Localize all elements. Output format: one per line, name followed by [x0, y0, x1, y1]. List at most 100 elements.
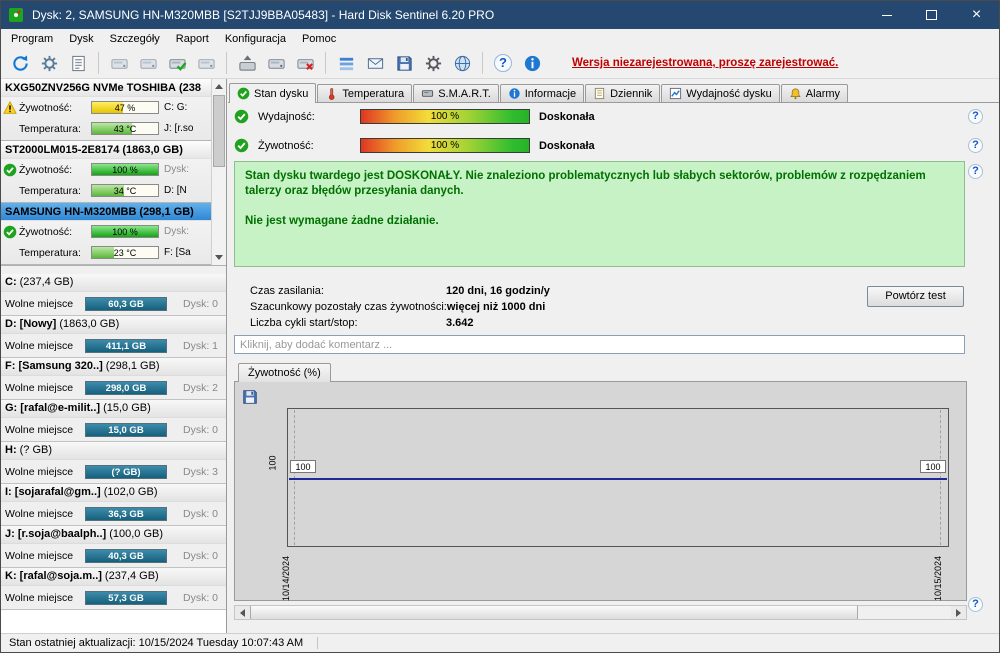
- info-icon[interactable]: [519, 50, 545, 76]
- tab-label: Wydajność dysku: [686, 87, 772, 100]
- tab-label: Alarmy: [805, 87, 841, 100]
- disk-volumes-text: F: [Sa: [164, 247, 191, 258]
- save-report-icon[interactable]: [391, 50, 417, 76]
- disk-entry-2-selected[interactable]: SAMSUNG HN-M320MBB (298,1 GB) Żywotność: …: [1, 203, 211, 265]
- web-icon[interactable]: [449, 50, 475, 76]
- lifetime-remaining-value: więcej niż 1000 dni: [446, 301, 546, 313]
- menu-konfiguracja[interactable]: Konfiguracja: [217, 29, 294, 48]
- partition-disk-number: Dysk: 0: [182, 591, 218, 604]
- chart-point-label-right: 100: [920, 460, 946, 473]
- tab-alarmy[interactable]: Alarmy: [780, 84, 849, 102]
- scroll-down-icon[interactable]: [212, 250, 226, 265]
- free-space-label: Wolne miejsce: [5, 507, 74, 520]
- summary-text: Stan dysku twardego jest DOSKONAŁY. Nie …: [245, 170, 926, 197]
- partition-row[interactable]: G: [rafal@e-milit..] (15,0 GB) Wolne miej…: [1, 400, 226, 442]
- partition-name: F: [Samsung 320..]: [5, 360, 103, 372]
- partition-row[interactable]: F: [Samsung 320..] (298,1 GB) Wolne miejs…: [1, 358, 226, 400]
- disk-small-icon[interactable]: [193, 50, 219, 76]
- scroll-left-icon[interactable]: [235, 606, 250, 619]
- window-title: Dysk: 2, SAMSUNG HN-M320MBB [S2TJJ9BBA05…: [32, 8, 495, 22]
- content-panel: Stan dysku Temperatura S.M.A.R.T. Inform…: [227, 79, 999, 633]
- tab-stan-dysku[interactable]: Stan dysku: [229, 83, 317, 103]
- partition-disk-number: Dysk: 1: [182, 339, 218, 352]
- tab-smart[interactable]: S.M.A.R.T.: [413, 84, 499, 102]
- disk-entry-1[interactable]: ST2000LM015-2E8174 (1863,0 GB) Żywotność:…: [1, 141, 211, 203]
- disk-list-scrollbar[interactable]: [211, 79, 226, 265]
- scroll-up-icon[interactable]: [212, 79, 226, 94]
- performance-row: Wydajność: 100 % Doskonała: [234, 108, 595, 125]
- partition-row[interactable]: K: [rafal@soja.m..] (237,4 GB) Wolne miej…: [1, 568, 226, 610]
- scroll-right-icon[interactable]: [951, 606, 966, 619]
- surface-disk-icon[interactable]: [263, 50, 289, 76]
- free-space-label: Wolne miejsce: [5, 339, 74, 352]
- tab-dziennik[interactable]: Dziennik: [585, 84, 661, 102]
- scrollbar-thumb[interactable]: [213, 95, 225, 167]
- disk-capacity: (1863,0 GB): [122, 144, 183, 156]
- disk-prev-icon[interactable]: [106, 50, 132, 76]
- partition-row[interactable]: D: [Nowy] (1863,0 GB) Wolne miejsce 411,1 …: [1, 316, 226, 358]
- comment-input[interactable]: [234, 335, 965, 354]
- ok-check-icon: [234, 109, 249, 124]
- scrollbar-track[interactable]: [858, 606, 951, 619]
- scrollbar-thumb[interactable]: [250, 606, 858, 619]
- email-report-icon[interactable]: [362, 50, 388, 76]
- temp-label: Temperatura:: [19, 184, 81, 197]
- performance-bar: 100 %: [360, 109, 530, 124]
- register-link[interactable]: Wersja niezarejestrowana, proszę zarejes…: [572, 57, 838, 69]
- report-icon[interactable]: [65, 50, 91, 76]
- minimize-button[interactable]: [864, 1, 909, 29]
- toolbar: Wersja niezarejestrowana, proszę zarejes…: [1, 48, 999, 79]
- remove-disk-icon[interactable]: [292, 50, 318, 76]
- partition-disk-number: Dysk: 3: [182, 465, 218, 478]
- free-space-bar: 298,0 GB: [85, 380, 167, 395]
- menu-raport[interactable]: Raport: [168, 29, 217, 48]
- disk-next-icon[interactable]: [135, 50, 161, 76]
- help-icon[interactable]: [968, 109, 983, 124]
- chart-x-label-start: 10/14/2024: [281, 555, 291, 601]
- help-icon[interactable]: [490, 50, 516, 76]
- eject-disk-icon[interactable]: [234, 50, 260, 76]
- menu-szczegoly[interactable]: Szczegóły: [102, 29, 168, 48]
- alarm-bell-icon: [790, 88, 801, 100]
- menu-pomoc[interactable]: Pomoc: [294, 29, 344, 48]
- disk-ok-icon[interactable]: [164, 50, 190, 76]
- close-button[interactable]: [954, 1, 999, 29]
- tab-temperatura[interactable]: Temperatura: [317, 84, 413, 102]
- tab-label: S.M.A.R.T.: [438, 87, 491, 100]
- chart-tab-zywotnosc[interactable]: Żywotność (%): [238, 363, 331, 382]
- auto-refresh-icon[interactable]: [36, 50, 62, 76]
- help-icon[interactable]: [968, 597, 983, 612]
- app-window: Dysk: 2, SAMSUNG HN-M320MBB [S2TJJ9BBA05…: [0, 0, 1000, 653]
- save-chart-icon[interactable]: [241, 388, 261, 408]
- menu-program[interactable]: Program: [3, 29, 61, 48]
- disk-entry-0[interactable]: KXG50ZNV256G NVMe TOSHIBA (238 Żywotność:…: [1, 79, 211, 141]
- disk-volumes-text: J: [r.so: [164, 123, 194, 134]
- partition-name: G: [rafal@e-milit..]: [5, 402, 101, 414]
- retest-button[interactable]: Powtórz test: [867, 286, 964, 307]
- menu-dysk[interactable]: Dysk: [61, 29, 101, 48]
- tab-informacje[interactable]: Informacje: [499, 84, 585, 102]
- free-space-label: Wolne miejsce: [5, 381, 74, 394]
- settings-gear-icon[interactable]: [420, 50, 446, 76]
- partition-row[interactable]: I: [sojarafal@gm..] (102,0 GB) Wolne miej…: [1, 484, 226, 526]
- free-space-bar: 411,1 GB: [85, 338, 167, 353]
- sidebar: KXG50ZNV256G NVMe TOSHIBA (238 Żywotność:…: [1, 79, 227, 633]
- chart-horizontal-scrollbar[interactable]: [234, 605, 967, 620]
- partition-capacity: (100,0 GB): [109, 528, 164, 540]
- panel-view-icon[interactable]: [333, 50, 359, 76]
- help-icon[interactable]: [968, 138, 983, 153]
- partition-capacity: (102,0 GB): [103, 486, 158, 498]
- partition-row[interactable]: C: (237,4 GB) Wolne miejsce 60,3 GB Dysk: 0: [1, 274, 226, 316]
- ok-check-icon: [234, 138, 249, 153]
- tab-wydajnosc-dysku[interactable]: Wydajność dysku: [661, 84, 780, 102]
- refresh-icon[interactable]: [7, 50, 33, 76]
- maximize-button[interactable]: [909, 1, 954, 29]
- chart-point-label-left: 100: [290, 460, 316, 473]
- partition-row[interactable]: H: (? GB) Wolne miejsce (? GB) Dysk: 3: [1, 442, 226, 484]
- health-label: Żywotność:: [258, 139, 314, 152]
- partition-name: I: [sojarafal@gm..]: [5, 486, 101, 498]
- disk-volumes-text: C: G:: [164, 102, 188, 113]
- partition-row[interactable]: J: [r.soja@baalph..] (100,0 GB) Wolne mie…: [1, 526, 226, 568]
- health-label: Żywotność:: [19, 101, 73, 114]
- help-icon[interactable]: [968, 164, 983, 179]
